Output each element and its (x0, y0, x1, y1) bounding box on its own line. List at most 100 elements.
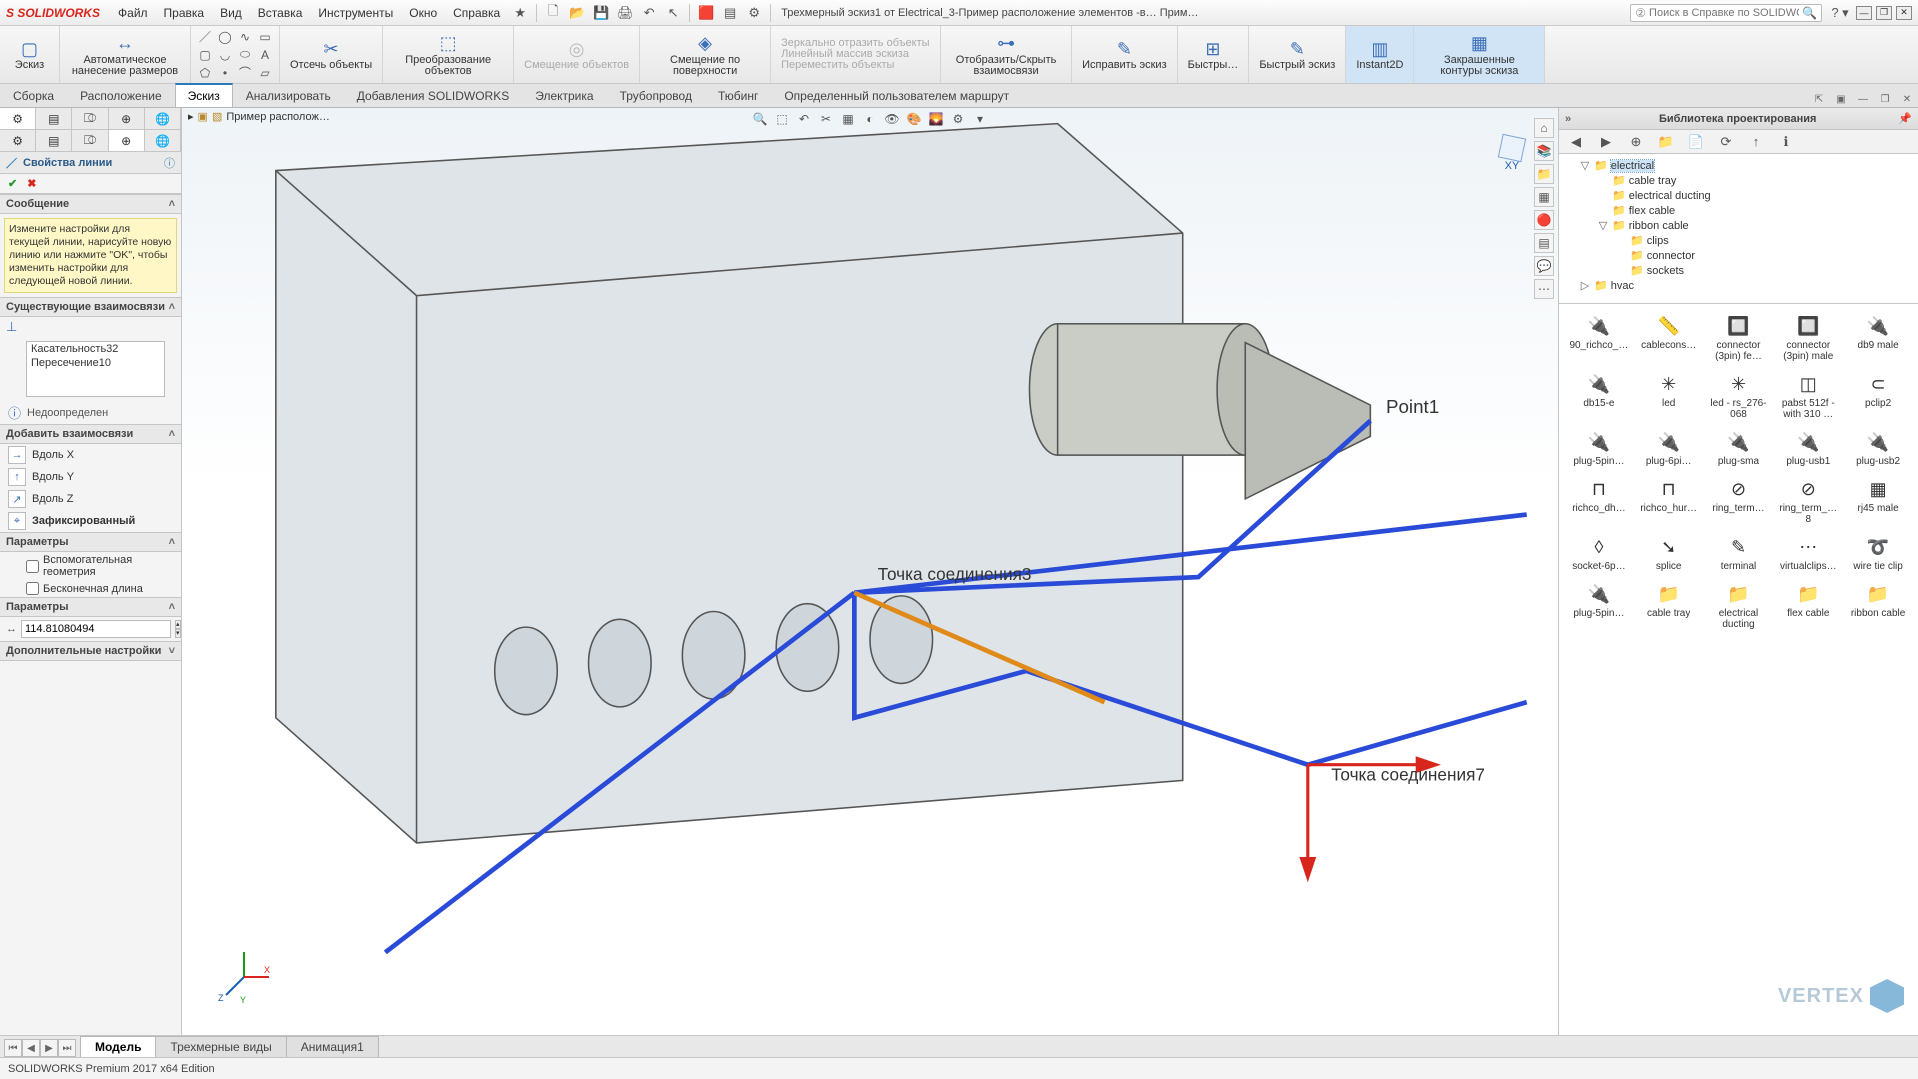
feature-tree-tab[interactable]: ⚙ (0, 108, 36, 129)
mgr-tab-4[interactable]: ⊕ (109, 130, 145, 151)
tab-addins[interactable]: Добавления SOLIDWORKS (344, 84, 523, 107)
library-item[interactable]: 🔌plug-5pin… (1565, 426, 1633, 469)
more-views-icon[interactable]: ▾ (971, 110, 989, 128)
file-explorer-tab-icon[interactable]: 📁 (1534, 164, 1554, 184)
additional-settings-header[interactable]: Дополнительные настройки˅ (0, 641, 181, 661)
undo-icon[interactable]: ↶ (640, 4, 658, 22)
mgr-tab-3[interactable]: ⎄ (72, 130, 108, 151)
last-tab-icon[interactable]: ⏭ (58, 1039, 76, 1057)
doc-close-icon[interactable]: ✕ (1898, 91, 1916, 107)
mgr-tab-2[interactable]: ▤ (36, 130, 72, 151)
appearances-tab-icon[interactable]: 🔴 (1534, 210, 1554, 230)
message-header[interactable]: Сообщение˄ (0, 194, 181, 214)
apply-scene-icon[interactable]: 🌄 (927, 110, 945, 128)
back-icon[interactable]: ◀ (1567, 133, 1585, 151)
dimxpert-tab[interactable]: ⊕ (109, 108, 145, 129)
settings-icon[interactable]: ⚙ (745, 4, 763, 22)
cancel-button[interactable]: ✖ (27, 177, 36, 190)
tree-expand-icon[interactable]: ▽ (1579, 159, 1591, 172)
more-tab-icon[interactable]: ⋯ (1534, 279, 1554, 299)
display-style-icon[interactable]: ◐ (861, 110, 879, 128)
menu-help[interactable]: Справка (445, 6, 508, 20)
library-item[interactable]: 🔌db15-e (1565, 368, 1633, 422)
doc-minimize-icon[interactable]: — (1854, 91, 1872, 107)
tree-expand-icon[interactable]: ▽ (1597, 219, 1609, 232)
design-library-tab-icon[interactable]: 📚 (1534, 141, 1554, 161)
options-header[interactable]: Параметры˄ (0, 532, 181, 552)
library-item[interactable]: 🔌90_richco_… (1565, 310, 1633, 364)
menu-view[interactable]: Вид (212, 6, 250, 20)
tree-node[interactable]: 📁flex cable (1561, 203, 1916, 218)
tree-node[interactable]: 📁cable tray (1561, 173, 1916, 188)
panel-collapse-icon[interactable]: » (1565, 113, 1571, 125)
doc-restore-icon[interactable]: ❐ (1876, 91, 1894, 107)
help-search-input[interactable] (1649, 7, 1799, 19)
ellipse-tool-icon[interactable]: ⬭ (237, 47, 253, 63)
library-item[interactable]: ⊘ring_term… (1705, 473, 1773, 527)
tab-layout[interactable]: Расположение (67, 84, 175, 107)
menu-edit[interactable]: Правка (156, 6, 213, 20)
render-tab[interactable]: 🌐 (145, 108, 181, 129)
library-item[interactable]: ⊓richco_dh… (1565, 473, 1633, 527)
ribbon-instant2d[interactable]: ▥Instant2D (1346, 26, 1414, 83)
bottom-tab-3dviews[interactable]: Трехмерные виды (155, 1036, 286, 1057)
tab-tubing[interactable]: Тюбинг (705, 84, 771, 107)
view-settings-icon[interactable]: ⚙ (949, 110, 967, 128)
library-item[interactable]: ◫pabst 512f - with 310 … (1774, 368, 1842, 422)
tab-piping[interactable]: Трубопровод (607, 84, 705, 107)
parameters-header[interactable]: Параметры˄ (0, 597, 181, 617)
library-item[interactable]: ⊘ring_term_… 8 (1774, 473, 1842, 527)
ribbon-trim[interactable]: ✂Отсечь объекты (280, 26, 383, 83)
prev-view-icon[interactable]: ↶ (795, 110, 813, 128)
ribbon-auto-dimension[interactable]: ↔Автоматическое нанесение размеров (60, 26, 191, 83)
graphics-viewport[interactable]: ▸ ▣ ▧ Пример располож… 🔍 ⬚ ↶ ✂ ▦ ◐ 👁 🎨 🌄… (182, 108, 1558, 1057)
config-icon[interactable]: ℹ (1777, 133, 1795, 151)
ribbon-show-relations[interactable]: ⊶Отобразить/Скрыть взаимосвязи (941, 26, 1072, 83)
library-item[interactable]: 🔌plug-usb1 (1774, 426, 1842, 469)
plane-tool-icon[interactable]: ▱ (257, 65, 273, 81)
add-relations-header[interactable]: Добавить взаимосвязи˄ (0, 424, 181, 444)
forum-tab-icon[interactable]: 💬 (1534, 256, 1554, 276)
home-tab-icon[interactable]: ⌂ (1534, 118, 1554, 138)
library-item[interactable]: ▦rj45 male (1844, 473, 1912, 527)
library-item[interactable]: 🔲connector (3pin) fe… (1705, 310, 1773, 364)
menu-insert[interactable]: Вставка (250, 6, 311, 20)
save-icon[interactable]: 💾 (592, 4, 610, 22)
menu-tools[interactable]: Инструменты (310, 6, 401, 20)
point-tool-icon[interactable]: • (217, 65, 233, 81)
tab-user-route[interactable]: Определенный пользователем маршрут (771, 84, 1022, 107)
search-go-icon[interactable]: 🔍 (1802, 6, 1817, 20)
library-item[interactable]: 📁electrical ducting (1705, 578, 1773, 632)
relation-along-y[interactable]: ↑Вдоль Y (0, 466, 181, 488)
add-loc-icon[interactable]: ⊕ (1627, 133, 1645, 151)
menu-dropdown-icon[interactable]: ★ (511, 4, 529, 22)
bottom-tab-animation[interactable]: Анимация1 (286, 1036, 379, 1057)
new-folder-icon[interactable]: 📁 (1657, 133, 1675, 151)
relation-along-x[interactable]: →Вдоль X (0, 444, 181, 466)
new-icon[interactable]: 🗋 (544, 4, 562, 22)
prev-tab-icon[interactable]: ◀ (22, 1039, 40, 1057)
relation-item[interactable]: Пересечение10 (27, 356, 164, 370)
fillet-tool-icon[interactable]: ⌒ (237, 65, 253, 81)
orientation-cube-icon[interactable] (1498, 134, 1526, 162)
ribbon-sketch[interactable]: ▢Эскиз (0, 26, 60, 83)
text-tool-icon[interactable]: A (257, 47, 273, 63)
library-item[interactable]: 🔌plug-sma (1705, 426, 1773, 469)
library-item[interactable]: ⊂pclip2 (1844, 368, 1912, 422)
menu-file[interactable]: Файл (110, 6, 156, 20)
slot-tool-icon[interactable]: ▭ (257, 29, 273, 45)
library-item[interactable]: 🔌plug-usb2 (1844, 426, 1912, 469)
mgr-tab-1[interactable]: ⚙ (0, 130, 36, 151)
spin-down-icon[interactable]: ▾ (175, 629, 181, 638)
options-icon[interactable]: ▤ (721, 4, 739, 22)
library-item[interactable]: ⊓richco_hur… (1635, 473, 1703, 527)
relation-along-z[interactable]: ↗Вдоль Z (0, 488, 181, 510)
length-spinner[interactable]: ▴▾ (175, 620, 181, 638)
forward-icon[interactable]: ▶ (1597, 133, 1615, 151)
library-item[interactable]: ✳led - rs_276-068 (1705, 368, 1773, 422)
refresh-icon[interactable]: ⟳ (1717, 133, 1735, 151)
poly-tool-icon[interactable]: ⬠ (197, 65, 213, 81)
property-tab[interactable]: ▤ (36, 108, 72, 129)
rebuild-icon[interactable]: 🟥 (697, 4, 715, 22)
window-close[interactable]: ✕ (1896, 6, 1912, 20)
